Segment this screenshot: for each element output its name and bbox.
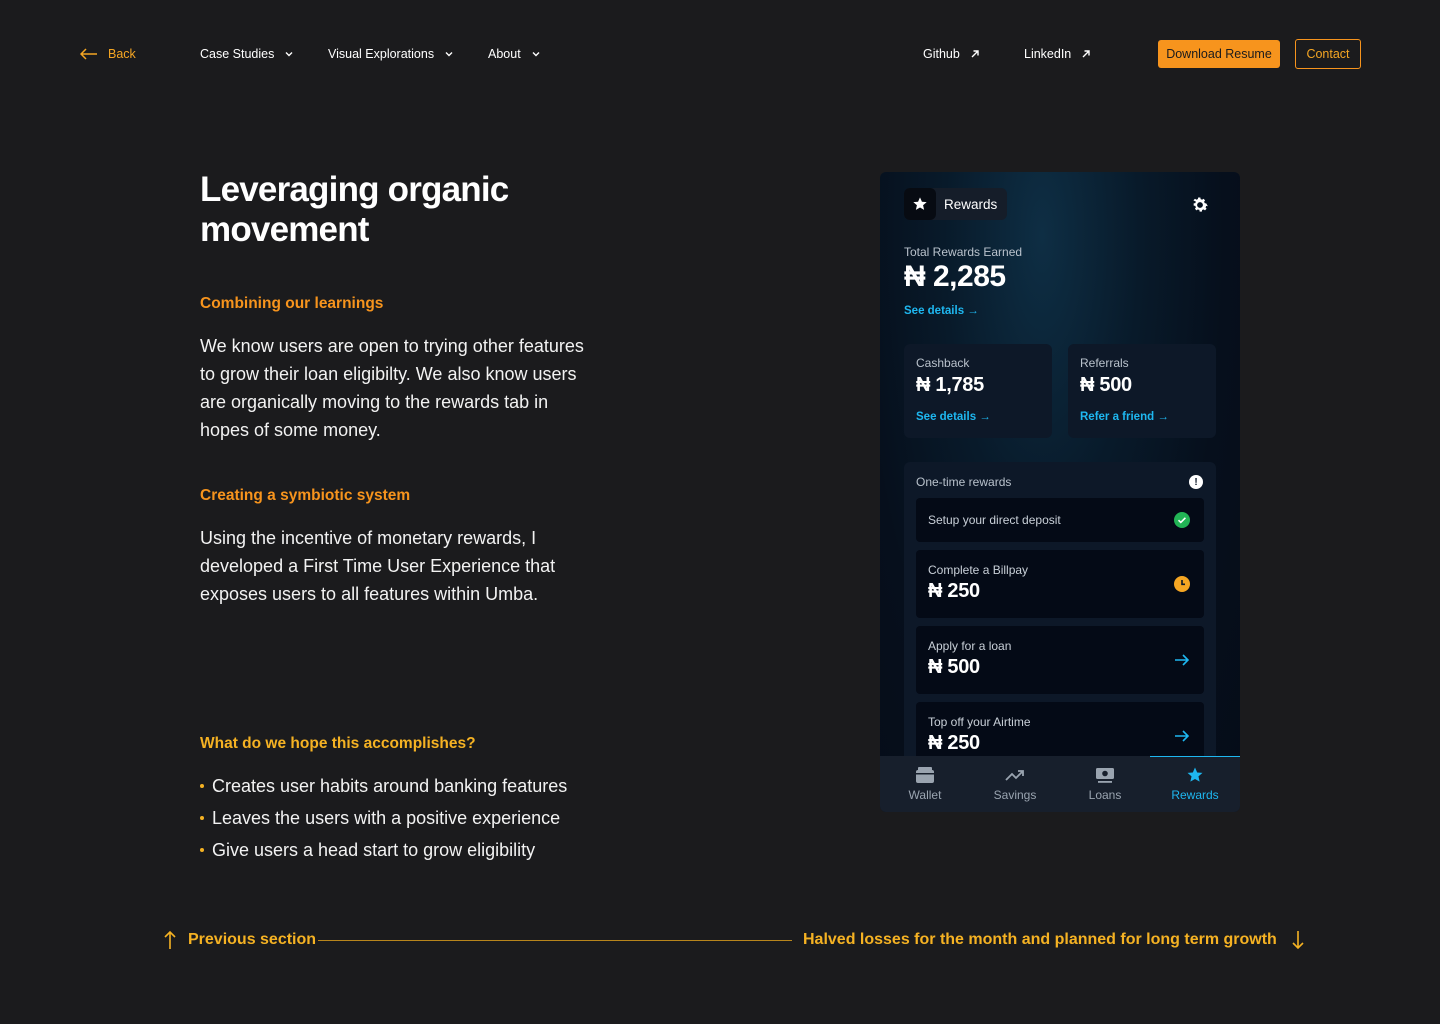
referrals-card: Referrals ₦ 500 Refer a friend → <box>1068 344 1216 438</box>
star-icon-box <box>904 188 936 220</box>
cashback-label: Cashback <box>916 356 970 370</box>
goals-heading: What do we hope this accomplishes? <box>200 735 476 752</box>
referrals-label: Referrals <box>1080 356 1129 370</box>
bullet-dot-icon <box>200 848 204 852</box>
back-label: Back <box>108 47 136 61</box>
reward-task-apply-loan[interactable]: Apply for a loan ₦ 500 <box>916 626 1204 694</box>
info-icon[interactable]: ! <box>1189 475 1203 489</box>
previous-section-link[interactable]: Previous section <box>164 928 316 952</box>
tab-wallet[interactable]: Wallet <box>880 756 970 812</box>
top-navigation: Back Case Studies Visual Explorations Ab… <box>0 0 1440 108</box>
task-title: Complete a Billpay <box>928 563 1029 577</box>
bullet-dot-icon <box>200 784 204 788</box>
tab-rewards[interactable]: Rewards <box>1150 756 1240 812</box>
tab-loans[interactable]: Loans <box>1060 756 1150 812</box>
rewards-screen-mockup: Rewards Total Rewards Earned ₦ 2,285 See… <box>880 172 1240 812</box>
tab-label: Savings <box>993 788 1037 802</box>
chevron-down-icon <box>532 52 540 57</box>
visual-explorations-label: Visual Explorations <box>328 47 435 61</box>
trending-up-icon <box>1005 770 1024 781</box>
bottom-tab-bar: Wallet Savings Loans Rewards <box>880 756 1240 812</box>
github-link[interactable]: Github <box>923 44 980 64</box>
goal-text: Leaves the users with a positive experie… <box>212 808 561 828</box>
total-rewards-value: ₦ 2,285 <box>904 260 1006 293</box>
section1-heading: Combining our learnings <box>200 295 384 312</box>
gear-icon[interactable] <box>1190 195 1210 215</box>
linkedin-label: LinkedIn <box>1024 47 1072 61</box>
arrow-down-icon <box>1292 931 1304 950</box>
arrow-left-icon <box>80 48 97 60</box>
one-time-rewards-panel: One-time rewards ! Setup your direct dep… <box>904 462 1216 782</box>
case-study-content: Leveraging organic movement Combining ou… <box>200 170 620 860</box>
about-label: About <box>488 47 521 61</box>
task-title: Setup your direct deposit <box>928 513 1061 527</box>
check-circle-icon <box>1174 512 1190 528</box>
list-item: Give users a head start to grow eligibil… <box>200 834 567 866</box>
tab-savings[interactable]: Savings <box>970 756 1060 812</box>
referrals-value: ₦ 500 <box>1080 374 1132 396</box>
next-section-label: Halved losses for the month and planned … <box>803 931 1277 948</box>
cashback-see-details-link[interactable]: See details → <box>916 411 991 423</box>
github-label: Github <box>923 47 960 61</box>
total-see-details-link[interactable]: See details → <box>904 305 979 317</box>
chevron-down-icon <box>285 52 293 57</box>
rewards-header-chip: Rewards <box>904 188 1008 220</box>
chevron-down-icon <box>445 52 453 57</box>
nav-case-studies[interactable]: Case Studies <box>200 44 294 64</box>
linkedin-link[interactable]: LinkedIn <box>1024 44 1091 64</box>
task-amount: ₦ 500 <box>928 656 980 678</box>
rewards-header-label: Rewards <box>944 196 998 212</box>
section2-body: Using the incentive of monetary rewards,… <box>200 528 556 604</box>
task-amount: ₦ 250 <box>928 580 980 602</box>
arrow-right-icon <box>1175 654 1190 666</box>
cashback-card: Cashback ₦ 1,785 See details → <box>904 344 1052 438</box>
clock-icon <box>1174 576 1190 592</box>
refer-friend-link[interactable]: Refer a friend → <box>1080 411 1169 423</box>
arrow-up-icon <box>164 930 176 949</box>
arrow-right-icon <box>1175 730 1190 742</box>
tab-label: Wallet <box>908 788 942 802</box>
goal-text: Give users a head start to grow eligibil… <box>212 840 536 860</box>
external-link-icon <box>971 50 979 58</box>
goal-text: Creates user habits around banking featu… <box>212 776 568 796</box>
wallet-icon <box>916 767 934 783</box>
task-title: Apply for a loan <box>928 639 1012 653</box>
nav-visual-explorations[interactable]: Visual Explorations <box>328 44 454 64</box>
tab-label: Rewards <box>1171 788 1219 802</box>
nav-about[interactable]: About <box>488 44 541 64</box>
download-resume-button[interactable]: Download Resume <box>1158 40 1280 68</box>
footer-divider-line <box>318 940 792 941</box>
star-icon <box>913 197 927 210</box>
next-section-link[interactable]: Halved losses for the month and planned … <box>803 928 1304 952</box>
tab-label: Loans <box>1088 788 1122 802</box>
list-item: Creates user habits around banking featu… <box>200 770 567 802</box>
reward-task-direct-deposit[interactable]: Setup your direct deposit <box>916 498 1204 542</box>
goals-list: Creates user habits around banking featu… <box>200 770 567 866</box>
cash-icon <box>1096 768 1114 783</box>
bullet-dot-icon <box>200 816 204 820</box>
external-link-icon <box>1082 50 1090 58</box>
list-item: Leaves the users with a positive experie… <box>200 802 567 834</box>
star-icon <box>1187 767 1203 782</box>
contact-button[interactable]: Contact <box>1295 39 1361 69</box>
total-rewards-label: Total Rewards Earned <box>904 245 1023 259</box>
section2-heading: Creating a symbiotic system <box>200 487 411 504</box>
case-studies-label: Case Studies <box>200 47 275 61</box>
previous-section-label: Previous section <box>188 931 317 948</box>
task-amount: ₦ 250 <box>928 732 980 754</box>
page-title: Leveraging organic movement <box>200 170 509 249</box>
task-title: Top off your Airtime <box>928 715 1031 729</box>
one-time-rewards-title: One-time rewards <box>916 475 1012 489</box>
reward-task-billpay[interactable]: Complete a Billpay ₦ 250 <box>916 550 1204 618</box>
back-link[interactable]: Back <box>80 44 136 64</box>
cashback-value: ₦ 1,785 <box>916 374 984 396</box>
section1-body: We know users are open to trying other f… <box>200 336 584 440</box>
